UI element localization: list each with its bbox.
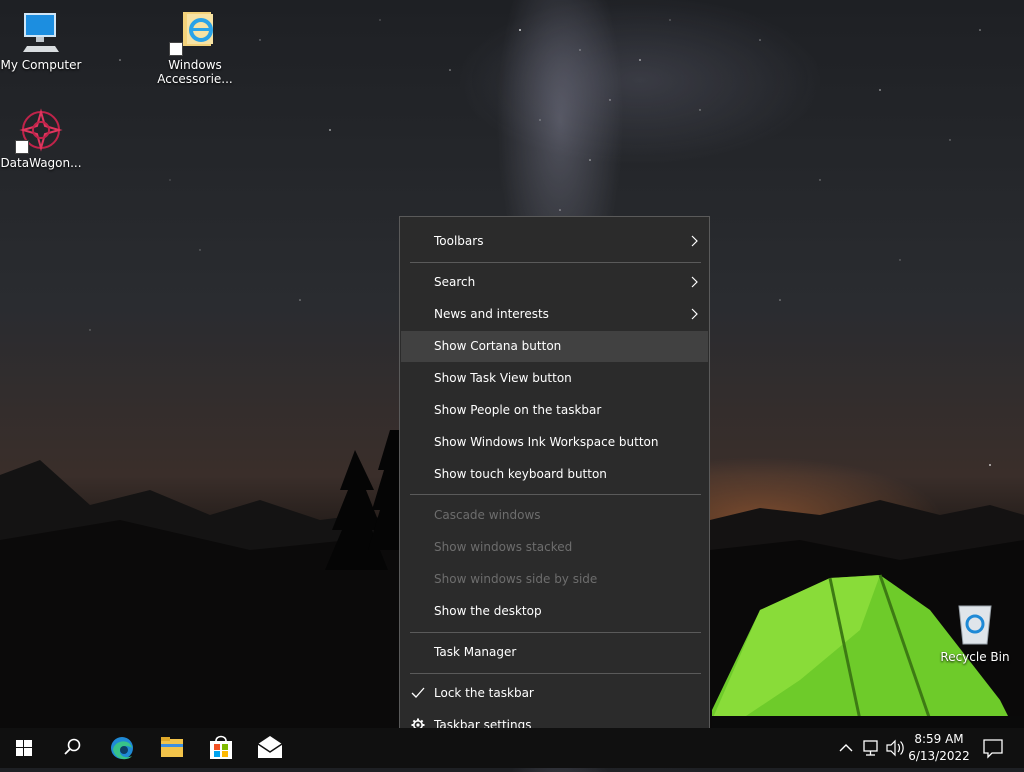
store-icon — [210, 735, 232, 759]
mail-button[interactable] — [246, 728, 294, 768]
clock-time: 8:59 AM — [914, 732, 964, 746]
desktop-icon-label: DataWagon... — [0, 156, 82, 170]
clock-button[interactable]: 8:59 AM 6/13/2022 — [904, 728, 974, 768]
menu-item-show-windows-ink[interactable]: Show Windows Ink Workspace button — [401, 427, 708, 458]
file-explorer-button[interactable] — [148, 728, 196, 768]
menu-item-show-touch-keyboard[interactable]: Show touch keyboard button — [401, 459, 708, 490]
mail-icon — [257, 736, 283, 758]
file-explorer-icon — [161, 737, 183, 757]
menu-item-show-cortana-button[interactable]: Show Cortana button — [401, 331, 708, 362]
checkmark-icon — [411, 687, 425, 698]
notification-icon — [983, 739, 1003, 759]
menu-item-show-people[interactable]: Show People on the taskbar — [401, 395, 708, 426]
start-icon — [16, 740, 32, 756]
chevron-right-icon — [691, 276, 698, 288]
menu-item-show-windows-stacked: Show windows stacked — [434, 540, 573, 554]
search-button[interactable] — [48, 728, 96, 768]
volume-icon — [886, 739, 904, 757]
datawagon-logo-icon — [15, 108, 63, 154]
desktop-icon-label: My Computer — [0, 58, 82, 72]
taskbar-context-menu: Toolbars Search News and interests Show … — [399, 216, 710, 748]
network-button[interactable] — [860, 728, 882, 768]
desktop-icon-windows-accessories[interactable]: Windows Accessorie... — [154, 10, 236, 86]
tray-overflow-button[interactable] — [836, 728, 856, 768]
menu-item-search[interactable]: Search — [401, 267, 708, 298]
desktop-icon-label: Windows Accessorie... — [157, 58, 233, 86]
desktop-icon-recycle-bin[interactable]: Recycle Bin — [934, 602, 1016, 664]
menu-separator — [410, 494, 701, 495]
menu-item-lock-the-taskbar[interactable]: Lock the taskbar — [401, 678, 708, 709]
volume-button[interactable] — [884, 728, 906, 768]
search-icon — [64, 738, 81, 755]
shortcut-arrow-icon — [169, 42, 183, 56]
menu-separator — [410, 262, 701, 263]
edge-button[interactable] — [98, 728, 146, 768]
folder-ie-icon — [169, 10, 217, 56]
network-icon — [863, 740, 878, 756]
chevron-right-icon — [691, 235, 698, 247]
menu-item-cascade-windows: Cascade windows — [434, 508, 541, 522]
chevron-right-icon — [691, 308, 698, 320]
shortcut-arrow-icon — [15, 140, 29, 154]
store-button[interactable] — [197, 728, 245, 768]
menu-item-task-manager[interactable]: Task Manager — [401, 637, 708, 668]
menu-separator — [410, 673, 701, 674]
action-center-button[interactable] — [978, 728, 1008, 768]
menu-separator — [410, 632, 701, 633]
menu-item-show-windows-side-by-side: Show windows side by side — [434, 572, 598, 586]
desktop-icon-label: Recycle Bin — [940, 650, 1010, 664]
start-button[interactable] — [0, 728, 48, 768]
recycle-bin-icon — [953, 602, 997, 646]
chevron-up-icon — [839, 744, 853, 752]
clock-date: 6/13/2022 — [908, 749, 970, 763]
taskbar: 8:59 AM 6/13/2022 — [0, 728, 1024, 768]
menu-item-toolbars[interactable]: Toolbars — [401, 226, 708, 257]
desktop-icon-my-computer[interactable]: My Computer — [0, 10, 82, 72]
monitor-icon — [19, 10, 63, 54]
edge-icon — [111, 737, 133, 760]
menu-item-show-task-view-button[interactable]: Show Task View button — [401, 363, 708, 394]
menu-item-show-the-desktop[interactable]: Show the desktop — [401, 596, 708, 627]
menu-item-news-and-interests[interactable]: News and interests — [401, 299, 708, 330]
desktop-icon-datawagon[interactable]: DataWagon... — [0, 108, 82, 170]
